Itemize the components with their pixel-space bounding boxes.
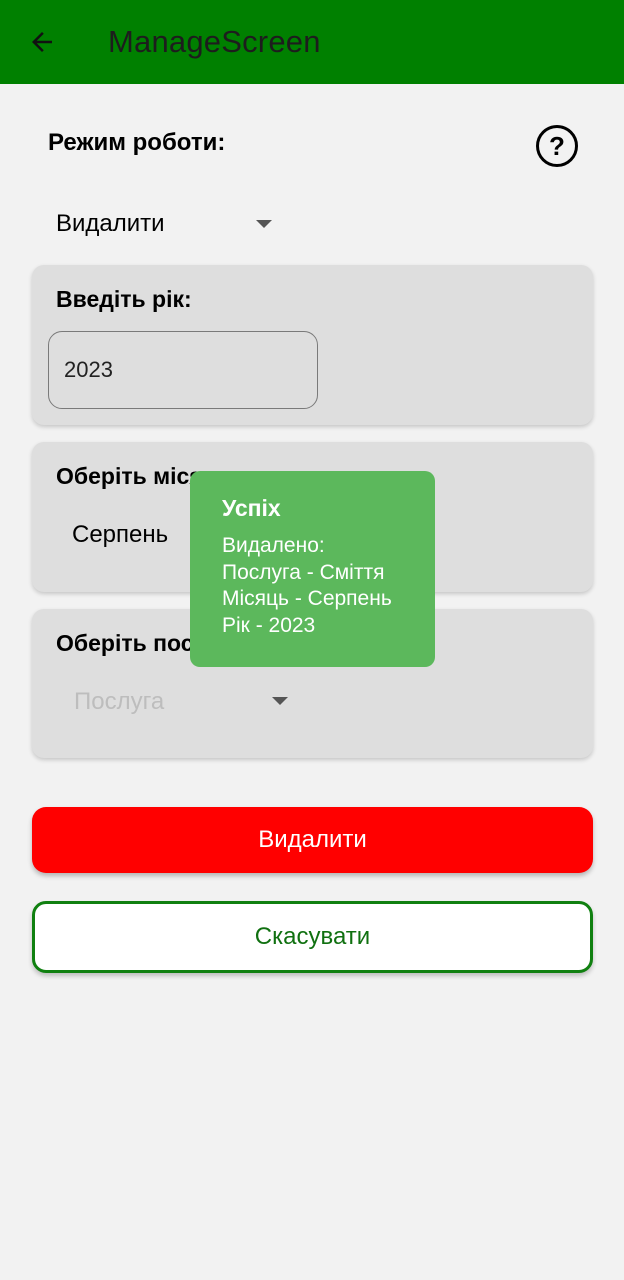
year-input[interactable] [48, 331, 318, 409]
mode-dropdown[interactable]: Видалити [56, 204, 286, 244]
year-card-title: Введіть рік: [56, 286, 192, 312]
arrow-left-icon [32, 32, 52, 52]
success-toast: Успіх Видалено: Послуга - Сміття Місяць … [190, 471, 435, 667]
back-button[interactable] [20, 20, 64, 64]
chevron-down-icon [272, 697, 288, 705]
page-title: ManageScreen [108, 24, 321, 59]
delete-button[interactable]: Видалити [32, 807, 593, 873]
toast-title: Успіх [222, 495, 281, 521]
toast-line: Рік - 2023 [222, 613, 316, 637]
month-dropdown-value: Серпень [72, 521, 169, 548]
toast-line: Видалено: [222, 534, 325, 557]
help-button[interactable]: ? [536, 125, 578, 167]
toast-line: Послуга - Сміття [222, 560, 385, 584]
app-bar: ManageScreen [0, 0, 624, 84]
mode-label: Режим роботи: [48, 129, 226, 156]
cancel-button[interactable]: Скасувати [32, 901, 593, 973]
mode-dropdown-value: Видалити [56, 210, 165, 237]
service-dropdown-placeholder: Послуга [74, 688, 165, 715]
chevron-down-icon [256, 220, 272, 228]
question-circle-icon: ? [549, 131, 565, 161]
year-card: Введіть рік: [32, 265, 593, 425]
service-dropdown[interactable]: Послуга [72, 685, 302, 721]
toast-line: Місяць - Серпень [222, 587, 392, 610]
